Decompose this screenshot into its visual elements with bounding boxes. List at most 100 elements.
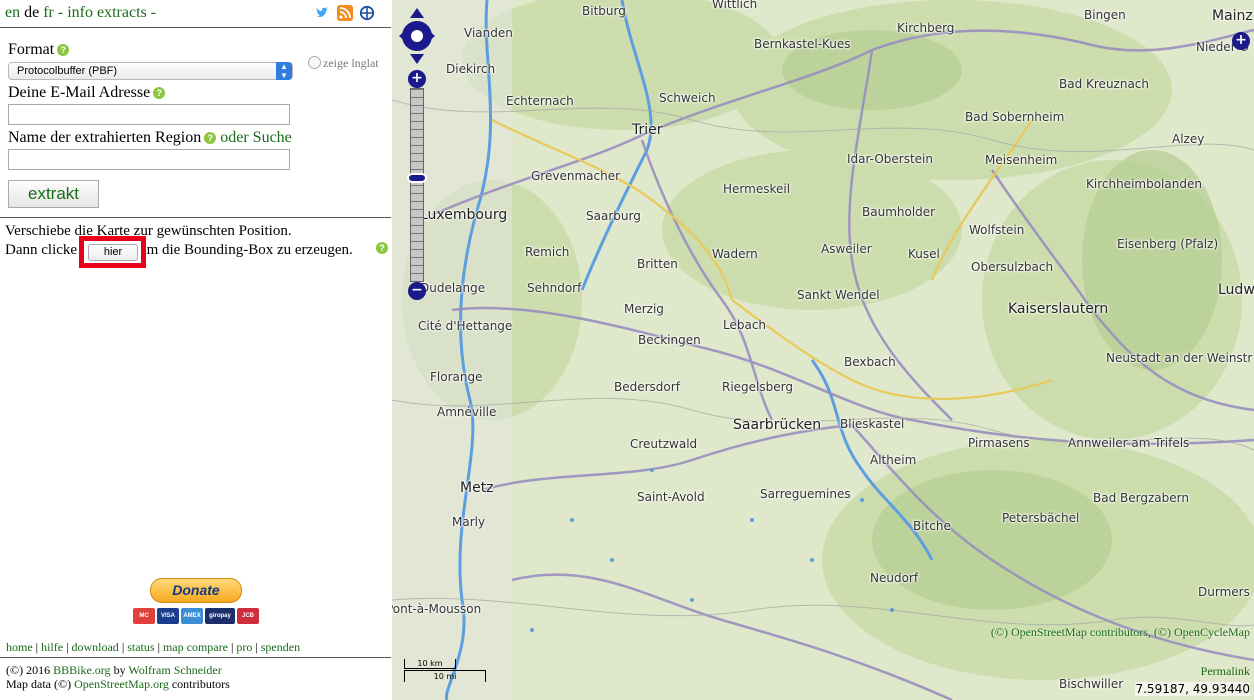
map-place: Sarreguemines (760, 487, 851, 501)
map-place: Trier (632, 122, 663, 138)
footer-links: home | hilfe | download | status | map c… (6, 640, 301, 654)
permalink-link[interactable]: Permalink (1201, 664, 1250, 679)
help-icon[interactable]: ? (153, 87, 166, 99)
radio-icon[interactable] (308, 56, 321, 69)
coordinates-readout: 7.59187, 49.93440 (1135, 682, 1250, 696)
extracts-link[interactable]: extracts (97, 4, 147, 21)
map-place: Cité d'Hettange (418, 319, 513, 333)
map-place: Sankt Wendel (797, 288, 880, 302)
map-place: Grevenmacher (531, 169, 621, 183)
zoom-bar: + − (407, 70, 427, 300)
email-field[interactable] (8, 104, 290, 125)
donate-button[interactable]: Donate (150, 578, 242, 603)
map-place: Riegelsberg (722, 380, 793, 394)
search-link[interactable]: oder Suche (220, 129, 292, 146)
show-lnglat-label: zeige lnglat (323, 56, 379, 70)
map-compare-link[interactable]: map compare (163, 640, 228, 654)
status-link[interactable]: status (127, 640, 154, 654)
instructions-line2: Dann clicke um die Bounding-Box zu erzeug… (5, 241, 390, 260)
map-place: Merzig (624, 302, 664, 316)
scale-bar: 10 km 10 mi (402, 659, 490, 687)
help-icon[interactable]: ? (57, 44, 70, 56)
map-place: Ludw (1218, 282, 1254, 298)
map-place: Bexbach (844, 355, 896, 369)
show-lnglat-toggle[interactable]: zeige lnglat (308, 56, 379, 71)
home-link[interactable]: home (6, 640, 33, 654)
format-label-row: Format? (8, 41, 70, 59)
map-place: Obersulzbach (971, 260, 1054, 274)
region-label-row: Name der extrahierten Region? oder Suche (8, 129, 292, 147)
divider (0, 27, 391, 28)
map-place: Bad Sobernheim (965, 110, 1065, 124)
donate-link[interactable]: spenden (261, 640, 300, 654)
hier-button[interactable]: hier (88, 244, 138, 261)
map-place: Saarburg (586, 209, 641, 223)
email-label: Deine E-Mail Adresse (8, 84, 151, 101)
map-place: Pont-à-Mousson (392, 602, 482, 616)
extract-button[interactable]: extrakt (8, 180, 99, 208)
map-place: Wolfstein (969, 223, 1025, 237)
sidebar: en de fr - info extracts - Format? Proto… (0, 0, 391, 700)
zoom-out-button[interactable]: − (408, 282, 426, 300)
help-icon[interactable]: ? (204, 132, 217, 144)
map-place: Dudelange (420, 281, 486, 295)
map-place: Bitburg (582, 4, 626, 18)
scale-mi: 10 mi (404, 670, 486, 682)
map-place: Schweich (659, 91, 716, 105)
region-name-field[interactable] (8, 149, 290, 170)
pan-control[interactable] (399, 8, 435, 64)
map-place: Pirmasens (968, 436, 1030, 450)
map-place: Altheim (870, 453, 917, 467)
by-text: by (113, 663, 126, 677)
format-select[interactable]: Protocolbuffer (PBF) ▲ ▼ (8, 62, 293, 80)
map-place: Bad Bergzabern (1093, 491, 1189, 505)
info-link[interactable]: info (67, 4, 93, 21)
map-place: Meisenheim (985, 153, 1058, 167)
zoom-track[interactable] (410, 88, 424, 282)
map-place: Lebach (723, 318, 767, 332)
map-place: Creutzwald (630, 437, 698, 451)
map-place: Bischwiller (1059, 677, 1124, 691)
map-place: Bernkastel-Kues (754, 37, 851, 51)
map-place: Durmers (1198, 585, 1250, 599)
layer-switcher-button[interactable]: + (1232, 32, 1250, 50)
visa-icon: VISA (157, 608, 179, 624)
twitter-icon[interactable] (315, 5, 331, 21)
map-place: Kirchberg (897, 21, 955, 35)
crosshair-icon[interactable] (359, 5, 375, 21)
zoom-slider-handle[interactable] (407, 173, 427, 183)
help-link[interactable]: hilfe (41, 640, 63, 654)
map[interactable]: Bitburg Wittlich Bingen Mainz Vianden Be… (392, 0, 1254, 700)
map-place: Neudorf (870, 571, 919, 585)
map-place: Remich (525, 245, 570, 259)
lang-en-link[interactable]: en (5, 4, 20, 21)
map-place: Wadern (712, 247, 758, 261)
map-place: Bad Kreuznach (1059, 77, 1150, 91)
map-place: Vianden (464, 26, 513, 40)
map-place: Kirchheimbolanden (1086, 177, 1202, 191)
map-place: Blieskastel (840, 417, 905, 431)
email-label-row: Deine E-Mail Adresse? (8, 84, 166, 102)
pro-link[interactable]: pro (236, 640, 252, 654)
map-place: Alzey (1172, 132, 1205, 146)
credits: (©) 2016 BBBike.org by Wolfram Schneider… (6, 663, 230, 691)
lang-fr-link[interactable]: fr (43, 4, 54, 21)
download-link[interactable]: download (71, 640, 118, 654)
zoom-in-button[interactable]: + (408, 70, 426, 88)
osm-link[interactable]: OpenStreetMap.org (74, 677, 169, 691)
divider (0, 657, 391, 658)
author-link[interactable]: Wolfram Schneider (128, 663, 221, 677)
map-place: Bingen (1084, 8, 1126, 22)
rss-icon[interactable] (337, 5, 353, 21)
giropay-icon: giropay (205, 608, 235, 624)
bbbike-link[interactable]: BBBike.org (53, 663, 110, 677)
select-arrows-icon: ▲ ▼ (276, 62, 292, 80)
map-place: Metz (460, 480, 494, 496)
map-place: Echternach (506, 94, 574, 108)
jcb-icon: JCB (237, 608, 259, 624)
copyright-text: (©) 2016 (6, 663, 51, 677)
help-icon[interactable]: ? (376, 242, 388, 254)
map-place: Neustadt an der Weinstr (1106, 351, 1253, 365)
lang-dash-end: - (150, 4, 157, 21)
map-attribution[interactable]: (©) OpenStreetMap contributors, (©) Open… (991, 625, 1250, 640)
